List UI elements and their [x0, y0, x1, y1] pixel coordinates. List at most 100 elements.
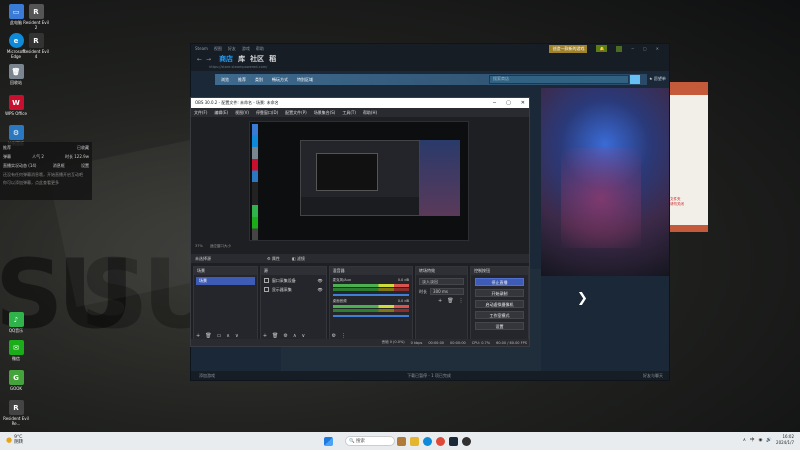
- carousel-next-icon[interactable]: ❯: [577, 291, 588, 306]
- duration-input[interactable]: 300 ms: [430, 288, 465, 295]
- volume-icon[interactable]: 🔊: [766, 438, 772, 443]
- studio-mode-button[interactable]: 工作室模式: [475, 311, 524, 319]
- add-game-button[interactable]: 添加游戏: [199, 373, 215, 379]
- store-tab-special[interactable]: 特别区域: [297, 77, 313, 83]
- store-tab-recommend[interactable]: 推荐: [238, 77, 246, 83]
- source-label: 显示器采集: [271, 286, 292, 292]
- file-explorer-icon[interactable]: [410, 436, 419, 446]
- start-icon[interactable]: [324, 436, 333, 446]
- menu-tools[interactable]: 工具(T): [342, 110, 356, 116]
- more-icon[interactable]: ⋮: [459, 298, 464, 304]
- network-icon[interactable]: ◉: [758, 438, 762, 443]
- store-tab-categories[interactable]: 类别: [255, 77, 263, 83]
- obs-preview[interactable]: [249, 121, 469, 241]
- eye-icon[interactable]: 👁: [318, 287, 323, 292]
- search-icon[interactable]: [630, 75, 640, 84]
- filters-button[interactable]: ◧ 滤镜: [292, 256, 305, 262]
- start-recording-button[interactable]: 开始录制: [475, 289, 524, 297]
- friends-chat-button[interactable]: 好友与聊天: [643, 373, 663, 379]
- lang-indicator[interactable]: 中: [750, 437, 755, 443]
- desktop-icon-resident-evil-2[interactable]: R Resident Evil 2: [23, 4, 49, 30]
- live-danmaku-panel: 推荐 已收藏 弹幕 人气 2 时长 122.9w 直播实况动态 (14) 消息框…: [0, 142, 92, 200]
- obs-titlebar[interactable]: OBS 30.0.2 - 配置文件: 未命名 - 场景: 未命名 ─ ▢ ✕: [191, 98, 529, 108]
- desktop-icon-gook[interactable]: G GOOK: [3, 370, 29, 391]
- message-box-tab[interactable]: 消息框: [53, 163, 65, 169]
- menu-docks[interactable]: 停靠窗口(D): [256, 110, 278, 116]
- maximize-icon[interactable]: ▢: [643, 46, 647, 51]
- wishlist-link[interactable]: ★ 愿望单: [649, 76, 666, 82]
- menu-scene-collection[interactable]: 场景集合(S): [314, 110, 336, 116]
- source-item[interactable]: 窗口采集设备 👁: [263, 277, 323, 284]
- volume-slider[interactable]: [332, 315, 410, 317]
- settings-tab[interactable]: 设置: [81, 163, 89, 169]
- start-virtual-camera-button[interactable]: 启动虚拟摄像机: [475, 300, 524, 308]
- edge-icon[interactable]: [423, 436, 432, 446]
- clock[interactable]: 16:02 2024/1/7: [776, 434, 794, 446]
- forward-arrow-icon[interactable]: →: [206, 56, 211, 63]
- back-arrow-icon[interactable]: ←: [197, 56, 202, 63]
- nav-profile[interactable]: 稻: [269, 54, 276, 64]
- store-tab-browse[interactable]: 浏览: [221, 77, 229, 83]
- empty-message: 还没有任何弹幕消息哦，开始直播开启互动吧: [3, 172, 83, 177]
- chevron-up-icon[interactable]: ∧: [743, 438, 746, 443]
- background-window[interactable]: 文件夹 请勿关闭: [668, 95, 708, 225]
- menu-help[interactable]: 帮助(H): [363, 110, 377, 116]
- task-view-icon[interactable]: [397, 436, 406, 446]
- avatar[interactable]: [616, 45, 623, 52]
- desktop-icon-recycle-bin[interactable]: 🗑 回收站: [3, 64, 29, 85]
- steam-icon[interactable]: [449, 436, 458, 446]
- steam-menu-view[interactable]: 视图: [214, 46, 222, 52]
- preview-zoom[interactable]: 37% 适应窗口大小: [195, 244, 231, 249]
- obs-icon[interactable]: [462, 436, 471, 446]
- settings-button[interactable]: 设置: [475, 322, 524, 330]
- menu-file[interactable]: 文件(F): [194, 110, 207, 116]
- properties-button[interactable]: ⚙ 属性: [267, 256, 280, 262]
- notification-icon[interactable]: 🔔: [596, 45, 608, 52]
- popularity-label: 人气 2: [32, 154, 44, 159]
- steam-titlebar[interactable]: Steam 视图 好友 游戏 帮助 创造一款新的游戏 🔔 ─ ▢ ✕: [191, 44, 669, 53]
- taskbar-search[interactable]: 🔍 搜索: [345, 436, 395, 446]
- steam-promo-button[interactable]: 创造一款新的游戏: [549, 44, 588, 53]
- desktop-icon-resident-evil-re[interactable]: R Resident Evil Re...: [3, 400, 29, 426]
- obs-window[interactable]: OBS 30.0.2 - 配置文件: 未命名 - 场景: 未命名 ─ ▢ ✕ 文…: [190, 97, 530, 347]
- desktop-icon-qq-music[interactable]: ♪ QQ音乐: [3, 312, 29, 333]
- eye-icon[interactable]: 👁: [318, 278, 323, 283]
- live-feed-tab[interactable]: 直播实况动态 (14): [3, 163, 36, 169]
- steam-menu-friends[interactable]: 好友: [228, 46, 236, 52]
- desktop-icon-resident-evil-4[interactable]: R Resident Evil 4: [23, 33, 49, 59]
- panel-tab-favorites[interactable]: 已收藏: [77, 145, 89, 151]
- nav-library[interactable]: 库: [238, 54, 245, 64]
- taskbar: ● 9°C 阴转 🔍 搜索 ∧ 中 ◉ 🔊 16:02 2024/1/7: [0, 432, 800, 450]
- steam-menu-games[interactable]: 游戏: [242, 46, 250, 52]
- nav-store[interactable]: 商店: [219, 54, 233, 64]
- desktop-icon-wps[interactable]: W WPS Office: [3, 95, 29, 116]
- steam-menu-help[interactable]: 帮助: [256, 46, 264, 52]
- download-status[interactable]: 下载已暂停 - 1 项已完成: [407, 373, 451, 379]
- store-search-input[interactable]: 搜索商店: [489, 75, 629, 84]
- store-tab-ways-to-play[interactable]: 畅玩方式: [272, 77, 288, 83]
- background-window-text-2: 请勿关闭: [670, 202, 684, 206]
- weather-widget[interactable]: ● 9°C 阴转: [6, 435, 23, 445]
- transition-select[interactable]: 淡入淡出: [419, 278, 465, 285]
- source-item[interactable]: 显示器采集 👁: [263, 286, 323, 293]
- stop-streaming-button[interactable]: 停止直播: [475, 278, 524, 286]
- maximize-icon[interactable]: ▢: [506, 100, 511, 106]
- recording-time: 00:00:00: [450, 340, 466, 345]
- chrome-icon[interactable]: [436, 436, 445, 446]
- featured-game-banner[interactable]: [541, 88, 669, 276]
- add-icon[interactable]: +: [438, 298, 442, 304]
- steam-menu-steam[interactable]: Steam: [195, 46, 208, 51]
- menu-profile[interactable]: 配置文件(P): [285, 110, 307, 116]
- panel-tab-recommend[interactable]: 推荐: [3, 145, 11, 151]
- minimize-icon[interactable]: ─: [631, 46, 633, 51]
- menu-view[interactable]: 视图(V): [235, 110, 249, 116]
- desktop-icon-wechat[interactable]: ✉ 微信: [3, 340, 29, 361]
- minimize-icon[interactable]: ─: [493, 100, 496, 106]
- close-icon[interactable]: ✕: [656, 46, 659, 51]
- trash-icon[interactable]: 🗑: [447, 298, 453, 304]
- close-icon[interactable]: ✕: [521, 100, 525, 106]
- scene-item[interactable]: 场景: [196, 277, 255, 285]
- nav-community[interactable]: 社区: [250, 54, 264, 64]
- volume-slider[interactable]: [332, 294, 410, 296]
- menu-edit[interactable]: 编辑(E): [214, 110, 228, 116]
